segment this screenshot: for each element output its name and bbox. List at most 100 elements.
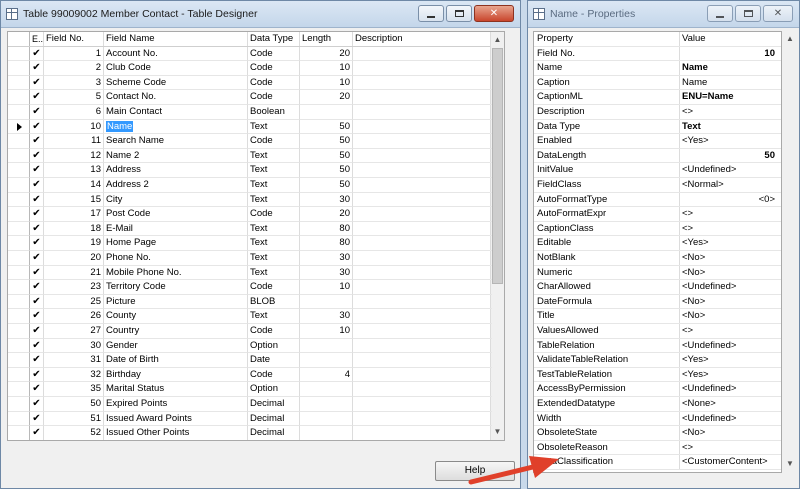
row-selector[interactable] xyxy=(8,309,30,324)
row-selector[interactable] xyxy=(8,265,30,281)
field-row[interactable]: ✔ 32 Birthday Code 4 xyxy=(8,367,492,383)
data-type[interactable]: Text xyxy=(248,178,300,193)
scroll-down-icon[interactable]: ▼ xyxy=(491,425,504,439)
description[interactable] xyxy=(353,149,492,164)
field-row[interactable]: ✔ 3 Scheme Code Code 10 xyxy=(8,75,492,91)
description[interactable] xyxy=(353,339,492,354)
enabled-checkmark[interactable]: ✔ xyxy=(30,367,44,383)
description[interactable] xyxy=(353,309,492,324)
data-type[interactable]: Text xyxy=(248,192,300,208)
length[interactable]: 30 xyxy=(300,265,353,281)
enabled-checkmark[interactable]: ✔ xyxy=(30,105,44,120)
property-row[interactable]: Caption Name xyxy=(534,75,781,91)
field-no[interactable]: 52 xyxy=(44,426,104,440)
row-selector[interactable] xyxy=(8,280,30,295)
data-type[interactable]: Code xyxy=(248,324,300,339)
property-row[interactable]: TestTableRelation <Yes> xyxy=(534,367,781,383)
field-row[interactable]: ✔ 25 Picture BLOB xyxy=(8,294,492,310)
property-row[interactable]: Description <> xyxy=(534,105,781,120)
field-name[interactable]: Home Page xyxy=(104,236,248,251)
field-row[interactable]: ✔ 21 Mobile Phone No. Text 30 xyxy=(8,265,492,281)
length[interactable] xyxy=(300,338,353,354)
enabled-checkmark[interactable]: ✔ xyxy=(30,353,44,368)
field-name[interactable]: Gender xyxy=(104,338,248,354)
field-row[interactable]: ✔ 52 Issued Other Points Decimal xyxy=(8,426,492,440)
field-no[interactable]: 21 xyxy=(44,265,104,281)
length[interactable]: 50 xyxy=(300,148,353,164)
property-value[interactable]: <Yes> xyxy=(680,368,781,382)
field-row[interactable]: ✔ 13 Address Text 50 xyxy=(8,163,492,178)
field-no[interactable]: 13 xyxy=(44,163,104,178)
property-value[interactable]: <Undefined> xyxy=(680,412,781,426)
field-name[interactable]: Picture xyxy=(104,294,248,310)
col-field-no-header[interactable]: Field No. xyxy=(44,32,104,46)
properties-close-button[interactable]: ✕ xyxy=(763,5,793,22)
field-name[interactable]: Account No. xyxy=(104,46,248,62)
field-no[interactable]: 10 xyxy=(44,119,104,135)
field-name[interactable]: Mobile Phone No. xyxy=(104,265,248,281)
description[interactable] xyxy=(353,76,492,91)
description[interactable] xyxy=(353,61,492,76)
data-type[interactable]: Boolean xyxy=(248,105,300,120)
property-row[interactable]: TableRelation <Undefined> xyxy=(534,338,781,354)
enabled-checkmark[interactable]: ✔ xyxy=(30,251,44,266)
property-value[interactable]: <No> xyxy=(680,266,781,280)
data-type[interactable]: Code xyxy=(248,75,300,91)
property-value[interactable]: <Undefined> xyxy=(680,382,781,396)
field-row[interactable]: ✔ 6 Main Contact Boolean xyxy=(8,105,492,120)
properties-maximize-button[interactable] xyxy=(735,5,761,22)
enabled-checkmark[interactable]: ✔ xyxy=(30,192,44,208)
length[interactable] xyxy=(300,353,353,368)
property-row[interactable]: DateFormula <No> xyxy=(534,294,781,310)
field-no[interactable]: 32 xyxy=(44,367,104,383)
description[interactable] xyxy=(353,397,492,412)
enabled-checkmark[interactable]: ✔ xyxy=(30,411,44,427)
data-type[interactable]: Text xyxy=(248,119,300,135)
col-description-header[interactable]: Description xyxy=(353,32,492,46)
properties-minimize-button[interactable] xyxy=(707,5,733,22)
property-value[interactable]: <Normal> xyxy=(680,178,781,192)
length[interactable]: 80 xyxy=(300,221,353,237)
data-type[interactable]: Text xyxy=(248,251,300,266)
property-value[interactable]: <No> xyxy=(680,251,781,265)
field-row[interactable]: ✔ 50 Expired Points Decimal xyxy=(8,397,492,412)
length[interactable]: 10 xyxy=(300,61,353,76)
field-no[interactable]: 35 xyxy=(44,382,104,397)
length[interactable]: 30 xyxy=(300,192,353,208)
property-row[interactable]: Width <Undefined> xyxy=(534,411,781,427)
field-no[interactable]: 2 xyxy=(44,61,104,76)
length[interactable]: 80 xyxy=(300,236,353,251)
data-type[interactable]: Text xyxy=(248,309,300,324)
property-row[interactable]: ValuesAllowed <> xyxy=(534,324,781,339)
enabled-checkmark[interactable]: ✔ xyxy=(30,148,44,164)
row-selector[interactable] xyxy=(8,324,30,339)
property-value[interactable]: <0> xyxy=(680,193,781,207)
property-row[interactable]: Name Name xyxy=(534,61,781,76)
field-name[interactable]: E-Mail xyxy=(104,221,248,237)
properties-titlebar[interactable]: Name - Properties ✕ xyxy=(528,1,799,28)
length[interactable]: 10 xyxy=(300,75,353,91)
field-name[interactable]: Expired Points xyxy=(104,397,248,412)
enabled-checkmark[interactable]: ✔ xyxy=(30,280,44,295)
enabled-checkmark[interactable]: ✔ xyxy=(30,178,44,193)
property-value[interactable]: <Yes> xyxy=(680,353,781,367)
property-value[interactable]: <No> xyxy=(680,295,781,309)
scroll-up-icon[interactable]: ▲ xyxy=(491,33,504,47)
property-row[interactable]: ExtendedDatatype <None> xyxy=(534,397,781,412)
field-row[interactable]: ✔ 2 Club Code Code 10 xyxy=(8,61,492,76)
enabled-checkmark[interactable]: ✔ xyxy=(30,221,44,237)
enabled-checkmark[interactable]: ✔ xyxy=(30,265,44,281)
field-row[interactable]: ✔ 11 Search Name Code 50 xyxy=(8,134,492,149)
selected-field-name[interactable]: Name xyxy=(106,120,134,132)
row-selector[interactable] xyxy=(8,207,30,222)
field-name[interactable]: Search Name xyxy=(104,134,248,149)
length[interactable]: 10 xyxy=(300,280,353,295)
field-row[interactable]: ✔ 5 Contact No. Code 20 xyxy=(8,90,492,105)
row-selector[interactable] xyxy=(8,90,30,105)
row-selector[interactable] xyxy=(8,134,30,149)
field-no[interactable]: 17 xyxy=(44,207,104,222)
field-no[interactable]: 15 xyxy=(44,192,104,208)
property-row[interactable]: Field No. 10 xyxy=(534,46,781,62)
property-value[interactable]: <> xyxy=(680,207,781,221)
table-designer-titlebar[interactable]: Table 99009002 Member Contact - Table De… xyxy=(1,1,520,28)
